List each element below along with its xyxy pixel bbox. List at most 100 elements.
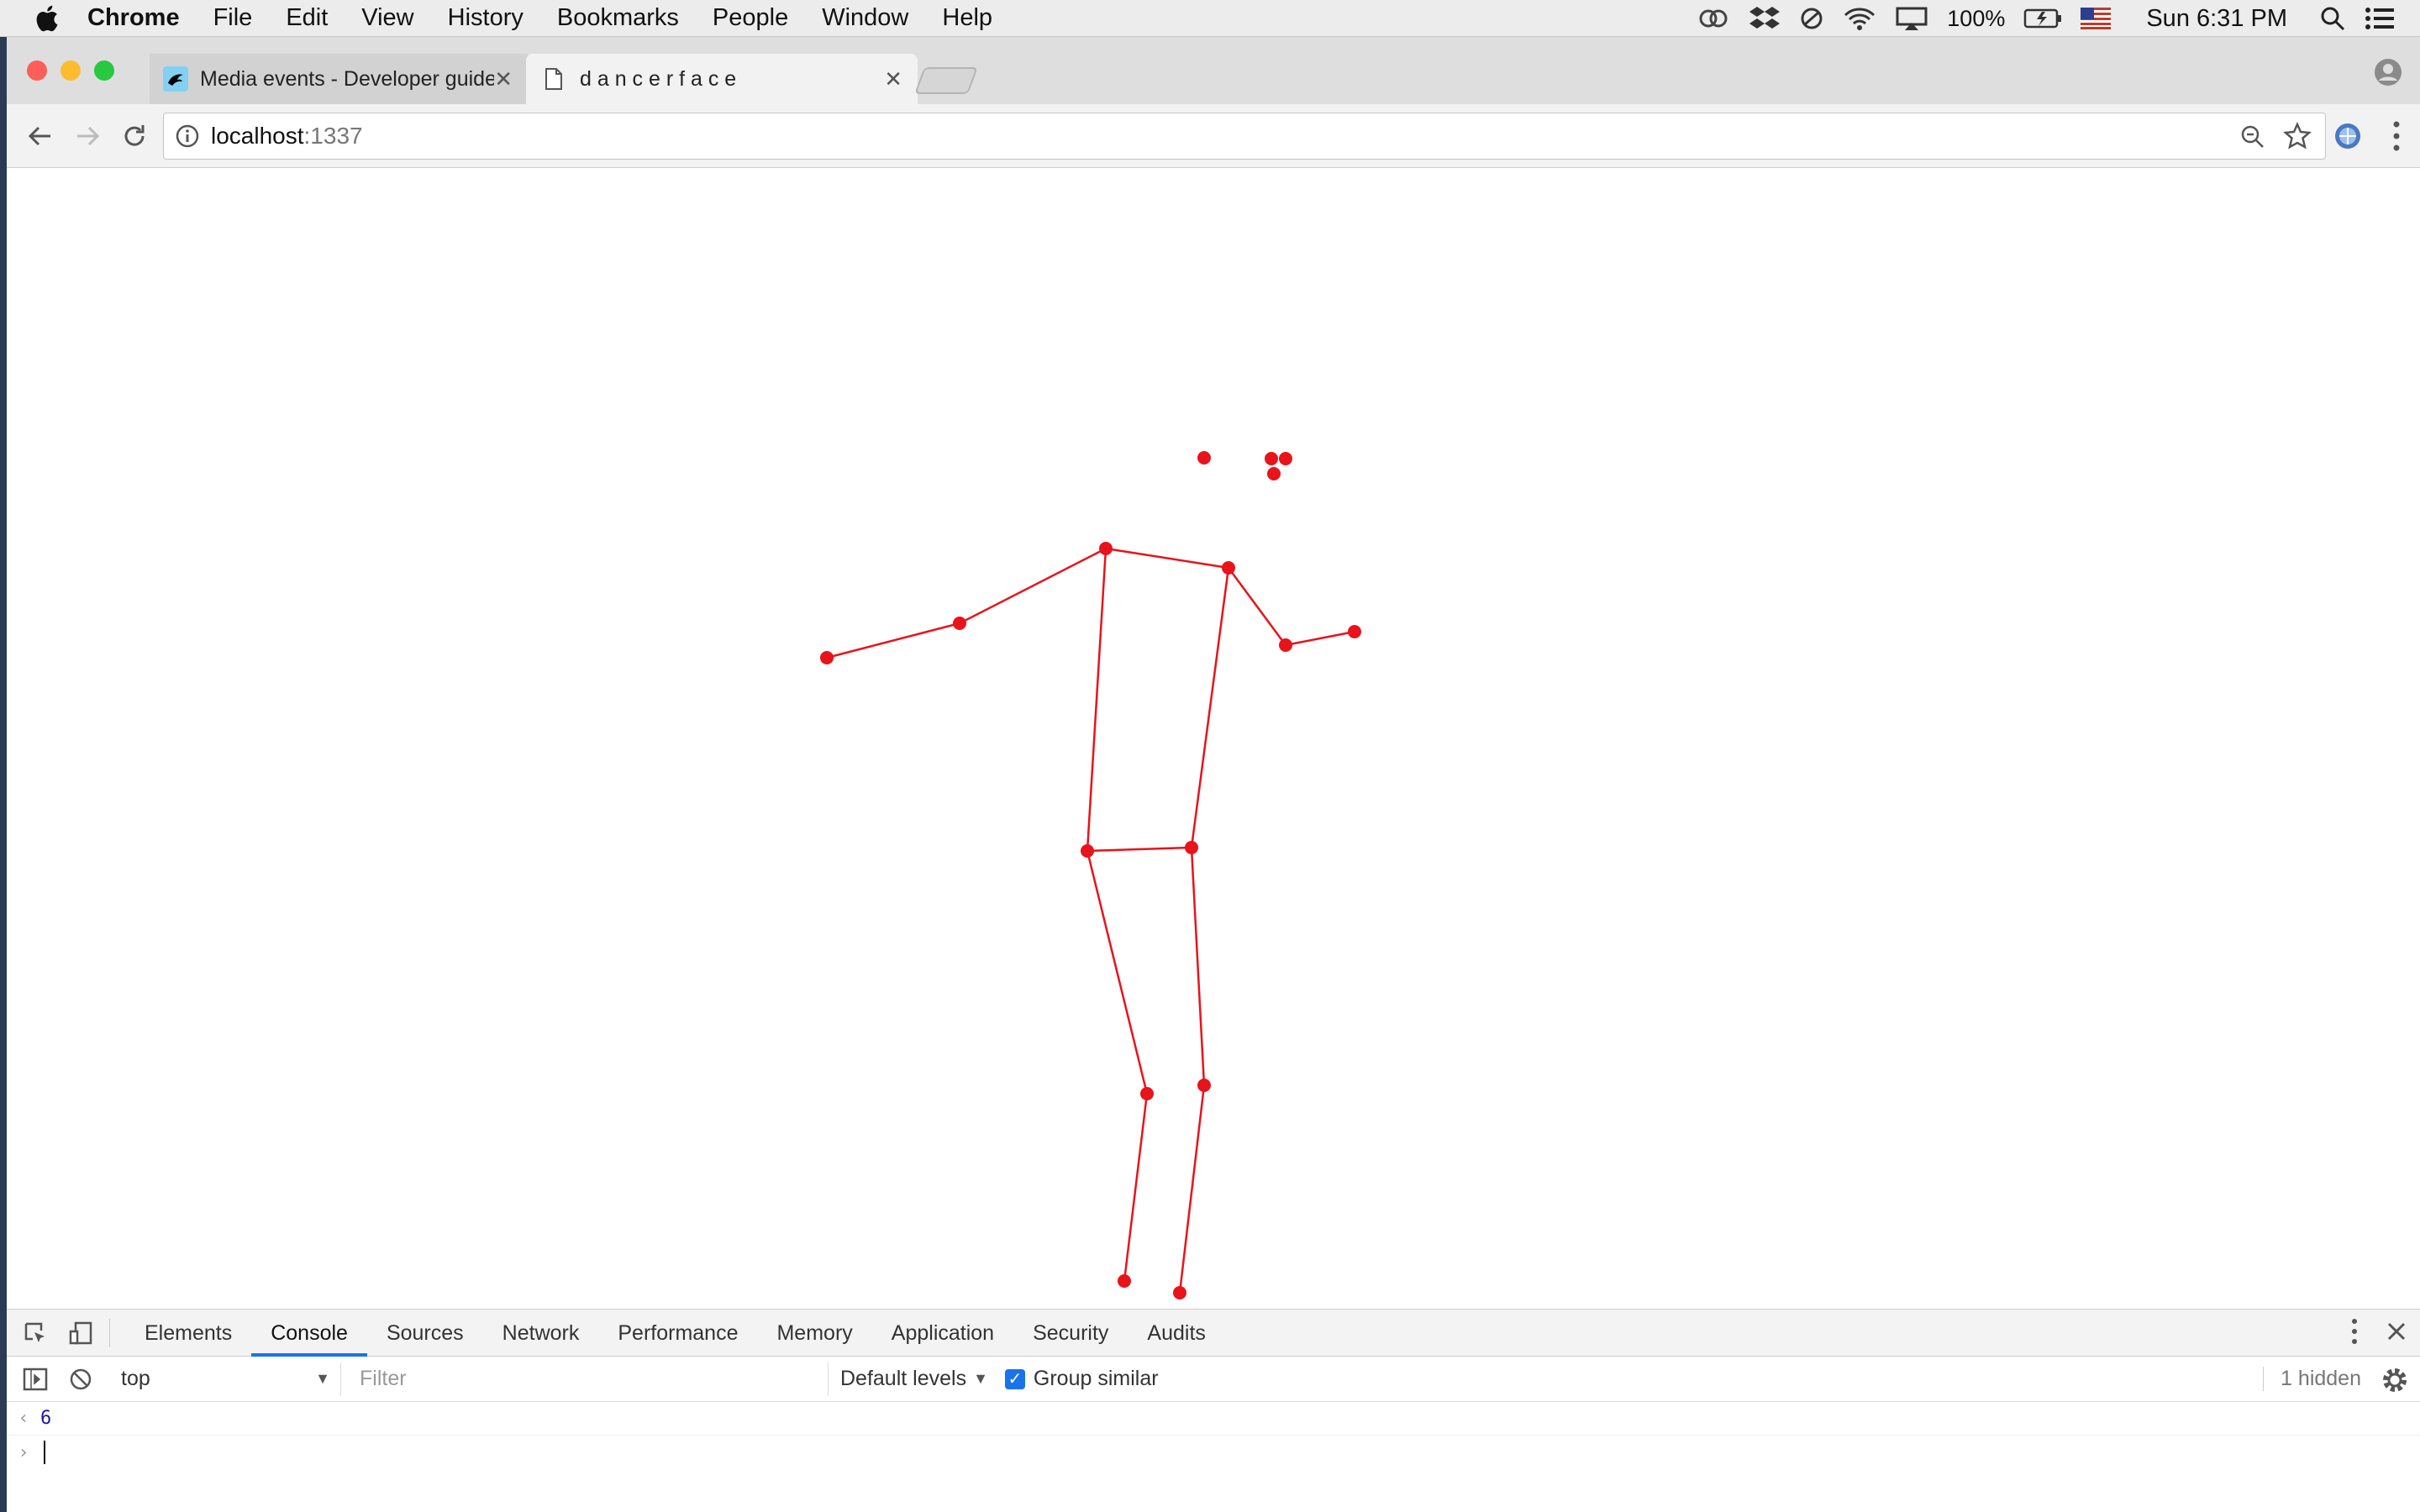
close-window-button[interactable] xyxy=(27,60,47,81)
battery-icon[interactable] xyxy=(2023,8,2062,29)
menu-view[interactable]: View xyxy=(361,4,413,32)
apple-icon[interactable] xyxy=(34,4,59,33)
devtools-tab-network[interactable]: Network xyxy=(483,1310,599,1357)
profile-icon[interactable] xyxy=(2373,57,2403,87)
sidebar-icon xyxy=(23,1368,48,1390)
devtools-tab-console[interactable]: Console xyxy=(251,1310,367,1357)
tab-strip: Media events - Developer guide ✕ d a n c… xyxy=(7,37,2420,104)
keypoint-rShoulder xyxy=(1222,561,1235,575)
chevron-down-icon: ▼ xyxy=(315,1370,330,1387)
hidden-count: 1 hidden xyxy=(2263,1367,2361,1391)
new-tab-button[interactable] xyxy=(914,67,978,94)
filter-input[interactable]: Filter xyxy=(350,1362,829,1396)
sync-icon[interactable] xyxy=(1799,6,1824,31)
devtools-tab-audits[interactable]: Audits xyxy=(1128,1310,1224,1357)
devtools-tab-memory[interactable]: Memory xyxy=(757,1310,871,1357)
devtools-tab-performance[interactable]: Performance xyxy=(598,1310,757,1357)
keypoint-rWrist xyxy=(1348,625,1361,638)
minimize-window-button[interactable] xyxy=(60,60,81,81)
log-levels-dropdown[interactable]: Default levels ▼ xyxy=(840,1367,988,1391)
skeleton-bone-lKnee-lAnkle xyxy=(1123,1093,1149,1282)
keypoint-lAnkle xyxy=(1118,1274,1131,1288)
status-area: 100% Sun 6:31 PM xyxy=(1697,0,2395,37)
keypoint-lWrist xyxy=(820,651,834,664)
skeleton-bone-lShoulder-lHip xyxy=(1086,548,1107,852)
keypoint-rElbow xyxy=(1279,638,1292,652)
devtools-tab-application[interactable]: Application xyxy=(872,1310,1013,1357)
skeleton-bone-rShoulder-rHip xyxy=(1190,567,1230,848)
wifi-icon[interactable] xyxy=(1843,6,1876,31)
chrome-menu-icon[interactable] xyxy=(2391,119,2402,153)
clock[interactable]: Sun 6:31 PM xyxy=(2146,5,2287,33)
group-similar-label: Group similar xyxy=(1033,1367,1159,1390)
dropbox-icon[interactable] xyxy=(1749,5,1781,32)
menu-bookmarks[interactable]: Bookmarks xyxy=(557,4,679,32)
back-button[interactable] xyxy=(24,119,57,153)
skeleton-bone-lShoulder-rShoulder xyxy=(1105,547,1229,570)
menu-window[interactable]: Window xyxy=(822,4,908,32)
arrow-left-icon xyxy=(28,126,50,146)
url-port: :1337 xyxy=(303,123,363,149)
menu-people[interactable]: People xyxy=(713,4,788,32)
devtools-tab-bar: Elements Console Sources Network Perform… xyxy=(7,1310,2420,1357)
menu-history[interactable]: History xyxy=(448,4,523,32)
menu-app-name[interactable]: Chrome xyxy=(87,4,180,32)
text-caret xyxy=(44,1441,45,1464)
keypoint-leftEye xyxy=(1265,452,1278,465)
browser-toolbar: localhost:1337 xyxy=(7,104,2420,168)
keypoint-rAnkle xyxy=(1173,1286,1186,1299)
gear-icon[interactable] xyxy=(2381,1367,2408,1394)
close-tab-icon[interactable]: ✕ xyxy=(884,66,902,92)
tab-dancerface[interactable]: d a n c e r f a c e ✕ xyxy=(526,54,918,104)
devtools-tab-sources[interactable]: Sources xyxy=(367,1310,483,1357)
maximize-window-button[interactable] xyxy=(94,60,114,81)
spotlight-search-icon[interactable] xyxy=(2319,5,2346,32)
creative-cloud-icon[interactable] xyxy=(1697,6,1730,31)
skeleton-bone-lHip-lKnee xyxy=(1086,850,1149,1095)
devtools-panel: Elements Console Sources Network Perform… xyxy=(7,1309,2420,1512)
show-sidebar-button[interactable] xyxy=(18,1362,52,1396)
menu-file[interactable]: File xyxy=(213,4,253,32)
result-arrow-icon: ‹ xyxy=(18,1408,29,1429)
block-icon xyxy=(70,1368,92,1389)
reload-button[interactable] xyxy=(118,119,151,153)
skeleton-bone-rHip-rKnee xyxy=(1190,847,1206,1086)
info-icon[interactable] xyxy=(176,124,199,148)
console-prompt[interactable]: › xyxy=(7,1436,2420,1469)
address-bar[interactable]: localhost:1337 xyxy=(163,113,2326,160)
clear-console-button[interactable] xyxy=(64,1362,97,1396)
inspect-element-button[interactable] xyxy=(18,1316,52,1350)
forward-button[interactable] xyxy=(71,119,104,153)
devtools-menu-icon[interactable] xyxy=(2349,1316,2360,1347)
battery-percent: 100% xyxy=(1947,5,2006,31)
airplay-icon[interactable] xyxy=(1895,6,1928,31)
browser-window: Media events - Developer guide ✕ d a n c… xyxy=(7,37,2420,1512)
devtools-tab-security[interactable]: Security xyxy=(1013,1310,1128,1357)
divider xyxy=(109,1318,110,1347)
close-tab-icon[interactable]: ✕ xyxy=(494,66,513,92)
checkbox-checked-icon[interactable]: ✓ xyxy=(1004,1368,1025,1389)
console-toolbar: top ▼ Filter Default levels ▼ ✓ Group si… xyxy=(7,1357,2420,1402)
keypoint-lElbow xyxy=(953,617,966,630)
notification-center-icon[interactable] xyxy=(2365,7,2395,30)
devtools-tab-elements[interactable]: Elements xyxy=(125,1310,251,1357)
extension-icon[interactable] xyxy=(2333,121,2363,151)
skeleton-bone-rElbow-rWrist xyxy=(1285,630,1355,647)
context-selector[interactable]: top ▼ xyxy=(106,1362,341,1396)
page-icon xyxy=(545,68,562,90)
group-similar-toggle[interactable]: ✓ Group similar xyxy=(1004,1367,1159,1391)
zoom-icon[interactable] xyxy=(2239,123,2266,150)
bookmark-star-icon[interactable] xyxy=(2283,122,2312,150)
context-value: top xyxy=(121,1367,150,1390)
keypoint-nose xyxy=(1197,451,1211,465)
log-levels-label: Default levels xyxy=(840,1367,967,1390)
us-flag-icon[interactable] xyxy=(2081,8,2112,29)
close-devtools-icon[interactable] xyxy=(2385,1320,2408,1343)
menu-edit[interactable]: Edit xyxy=(286,4,328,32)
tab-media-events[interactable]: Media events - Developer guide ✕ xyxy=(150,54,528,104)
skeleton-bone-lShoulder-lElbow xyxy=(959,547,1107,625)
keypoint-ear xyxy=(1267,467,1281,480)
menu-help[interactable]: Help xyxy=(942,4,992,32)
reload-icon xyxy=(124,125,145,146)
device-toolbar-button[interactable] xyxy=(64,1316,97,1350)
